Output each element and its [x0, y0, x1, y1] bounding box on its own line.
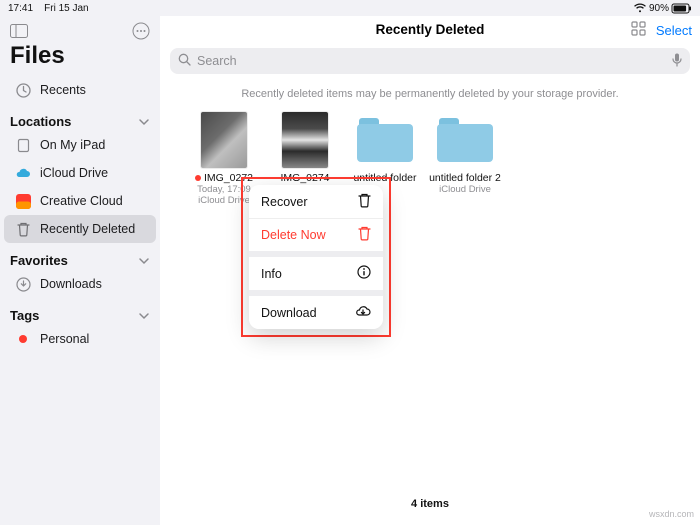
status-right: 90% [634, 3, 692, 14]
menu-label: Delete Now [261, 228, 326, 242]
status-time: 17:41 [8, 3, 33, 14]
content-area: Recently Deleted Select Search Recently … [160, 16, 700, 525]
thumbnail [282, 112, 328, 168]
sidebar-item-creative-cloud[interactable]: Creative Cloud [4, 187, 156, 215]
section-locations-title: Locations [10, 114, 71, 129]
sidebar-item-tag-personal[interactable]: Personal [4, 325, 156, 353]
context-menu-highlight: Recover Delete Now Info Download [241, 177, 391, 337]
sidebar-item-label: Creative Cloud [40, 194, 123, 208]
watermark: wsxdn.com [649, 509, 694, 519]
status-date: Fri 15 Jan [44, 3, 88, 14]
menu-item-delete-now[interactable]: Delete Now [249, 218, 383, 251]
search-icon [178, 53, 191, 69]
chevron-down-icon [138, 116, 150, 128]
clock-icon [14, 83, 32, 98]
menu-label: Recover [261, 195, 308, 209]
sidebar-item-on-my-ipad[interactable]: On My iPad [4, 131, 156, 159]
sidebar-item-downloads[interactable]: Downloads [4, 270, 156, 298]
battery-icon [672, 4, 692, 13]
menu-item-download[interactable]: Download [249, 296, 383, 329]
mic-icon[interactable] [672, 53, 682, 70]
sidebar-item-label: iCloud Drive [40, 166, 108, 180]
folder-icon [437, 118, 493, 162]
trash-icon [14, 222, 32, 237]
creative-cloud-icon [14, 194, 32, 209]
sidebar-item-label: On My iPad [40, 138, 105, 152]
chevron-down-icon [138, 255, 150, 267]
icloud-icon [14, 167, 32, 179]
cloud-download-icon [355, 305, 371, 321]
sidebar-item-label: Personal [40, 332, 89, 346]
footer-count: 4 items [160, 492, 700, 516]
menu-item-info[interactable]: Info [249, 257, 383, 290]
grid-item[interactable]: untitled folder 2 iCloud Drive [429, 112, 501, 195]
menu-label: Download [261, 306, 317, 320]
sidebar-item-label: Recently Deleted [40, 222, 135, 236]
menu-item-recover[interactable]: Recover [249, 185, 383, 218]
section-favorites[interactable]: Favorites [0, 243, 160, 270]
sidebar-recents[interactable]: Recents [4, 76, 156, 104]
section-favorites-title: Favorites [10, 253, 68, 268]
section-tags[interactable]: Tags [0, 298, 160, 325]
sidebar: Files Recents Locations On My iPad iClou… [0, 16, 160, 525]
view-grid-icon[interactable] [631, 21, 646, 39]
app-title: Files [0, 42, 160, 76]
sidebar-item-label: Downloads [40, 277, 102, 291]
sidebar-recents-label: Recents [40, 83, 86, 97]
thumbnail [201, 112, 247, 168]
info-icon [357, 265, 371, 282]
ipad-icon [14, 138, 32, 153]
item-sub: iCloud Drive [429, 184, 501, 195]
sidebar-toggle-icon[interactable] [10, 24, 28, 38]
grid-item[interactable]: IMG_0274 [269, 112, 341, 184]
item-name: untitled folder 2 [429, 172, 501, 184]
sidebar-item-recently-deleted[interactable]: Recently Deleted [4, 215, 156, 243]
context-menu: Recover Delete Now Info Download [249, 185, 383, 329]
chevron-down-icon [138, 310, 150, 322]
search-placeholder: Search [197, 54, 237, 68]
search-input[interactable]: Search [170, 48, 690, 74]
more-icon[interactable] [132, 22, 150, 40]
tag-dot-icon [195, 175, 201, 181]
item-grid: IMG_0272 Today, 17:09 iCloud Drive IMG_0… [160, 112, 700, 492]
select-button[interactable]: Select [656, 23, 692, 38]
status-left: 17:41 Fri 15 Jan [8, 3, 89, 14]
download-icon [14, 277, 32, 292]
recover-trash-icon [358, 193, 371, 211]
status-bar: 17:41 Fri 15 Jan 90% [0, 0, 700, 16]
sidebar-item-icloud-drive[interactable]: iCloud Drive [4, 159, 156, 187]
page-title: Recently Deleted [376, 22, 485, 37]
wifi-icon [634, 4, 646, 13]
notice-text: Recently deleted items may be permanentl… [160, 82, 700, 112]
grid-item[interactable]: untitled folder [349, 112, 421, 184]
menu-label: Info [261, 267, 282, 281]
trash-icon [358, 226, 371, 244]
tag-dot-icon [14, 335, 32, 343]
battery-percent: 90% [649, 3, 669, 14]
content-header: Recently Deleted Select [160, 16, 700, 44]
folder-icon [357, 118, 413, 162]
section-locations[interactable]: Locations [0, 104, 160, 131]
section-tags-title: Tags [10, 308, 39, 323]
